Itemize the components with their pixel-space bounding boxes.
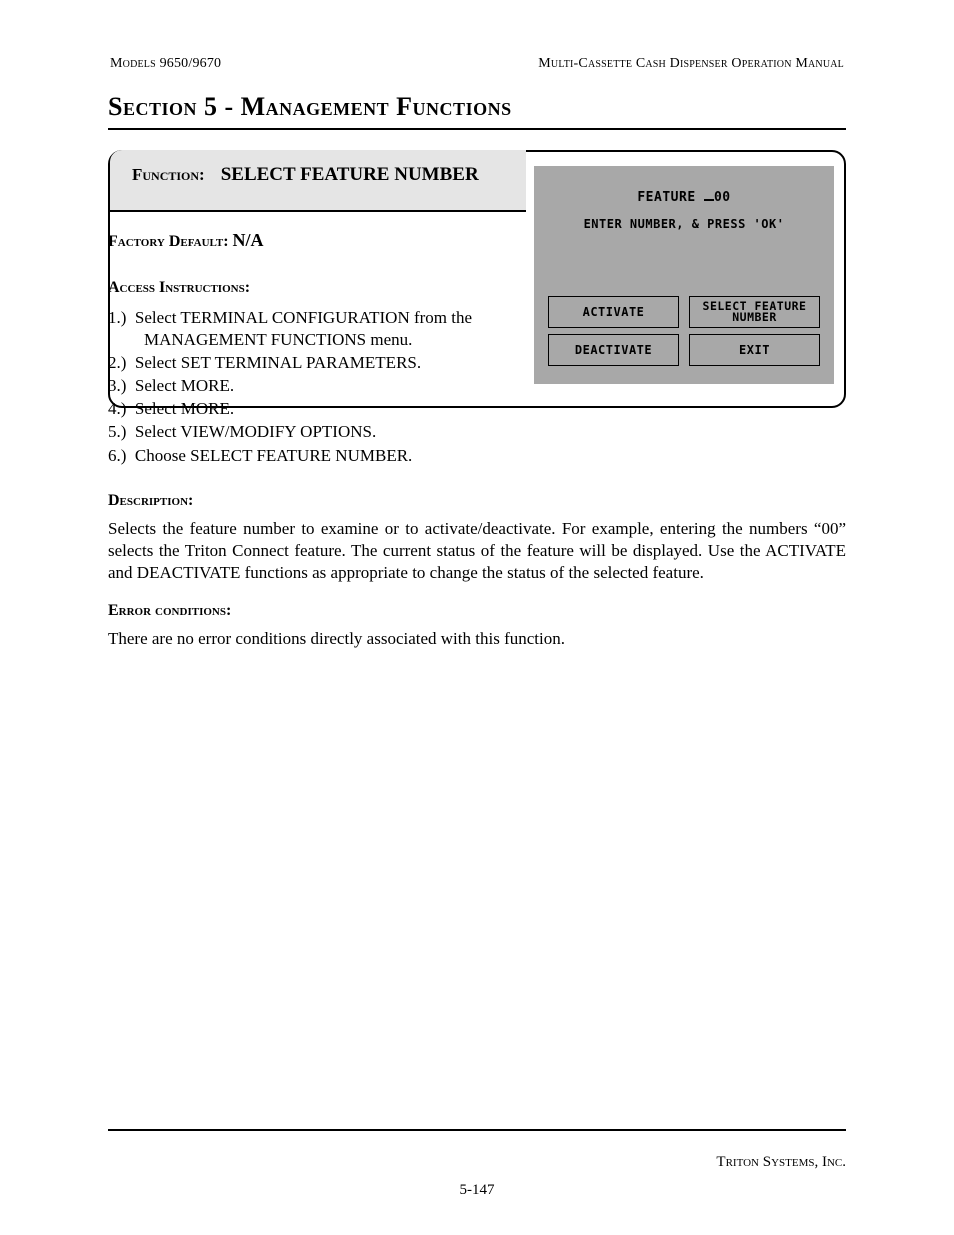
terminal-btn-deactivate[interactable]: DEACTIVATE [548, 334, 679, 366]
footer-rule [108, 1129, 846, 1131]
list-item: 1.) Select TERMINAL CONFIGURATION from t… [108, 307, 523, 351]
section-title: Section 5 - Management Functions [108, 92, 894, 122]
below-block: Description: Selects the feature number … [108, 492, 846, 650]
footer-page-number: 5-147 [0, 1182, 954, 1199]
description-label: Description: [108, 492, 846, 510]
function-name: SELECT FEATURE NUMBER [221, 164, 479, 185]
list-item: 6.) Choose SELECT FEATURE NUMBER. [108, 445, 523, 467]
terminal-btn-exit[interactable]: EXIT [689, 334, 820, 366]
list-item: 4.) Select MORE. [108, 398, 523, 420]
access-instructions-list: 1.) Select TERMINAL CONFIGURATION from t… [108, 307, 523, 467]
running-header: Models 9650/9670 Multi-Cassette Cash Dis… [110, 56, 844, 72]
left-column: Factory Default: N/A Access Instructions… [108, 230, 523, 468]
terminal-feature-label: FEATURE [637, 190, 704, 205]
error-conditions-text: There are no error conditions directly a… [108, 628, 846, 650]
list-item: 5.) Select VIEW/MODIFY OPTIONS. [108, 421, 523, 443]
access-instructions-label: Access Instructions: [108, 279, 523, 297]
description-text: Selects the feature number to examine or… [108, 518, 846, 584]
function-block: Function: SELECT FEATURE NUMBER FEATURE … [108, 150, 846, 212]
terminal-line-feature: FEATURE 00 [534, 190, 834, 205]
header-left: Models 9650/9670 [110, 56, 221, 72]
error-conditions-label: Error conditions: [108, 602, 846, 620]
terminal-btn-select-feature-number[interactable]: SELECT FEATURE NUMBER [689, 296, 820, 328]
list-item: 3.) Select MORE. [108, 375, 523, 397]
terminal-screenshot: FEATURE 00 ENTER NUMBER, & PRESS 'OK' AC… [534, 166, 834, 384]
factory-default-label: Factory Default: [108, 233, 229, 250]
title-rule [108, 128, 846, 130]
terminal-cursor-icon [704, 199, 714, 201]
footer-company: Triton Systems, Inc. [716, 1154, 846, 1171]
function-title-box: Function: SELECT FEATURE NUMBER [110, 150, 526, 212]
list-item: 2.) Select SET TERMINAL PARAMETERS. [108, 352, 523, 374]
factory-default-value: N/A [233, 230, 264, 250]
main-content: Function: SELECT FEATURE NUMBER FEATURE … [108, 150, 846, 650]
terminal-feature-value: 00 [714, 190, 731, 205]
factory-default-row: Factory Default: N/A [108, 230, 523, 251]
header-right: Multi-Cassette Cash Dispenser Operation … [538, 56, 844, 72]
terminal-btn-activate[interactable]: ACTIVATE [548, 296, 679, 328]
page: Models 9650/9670 Multi-Cassette Cash Dis… [0, 0, 954, 1235]
terminal-line-prompt: ENTER NUMBER, & PRESS 'OK' [534, 217, 834, 231]
terminal-buttons: ACTIVATE SELECT FEATURE NUMBER DEACTIVAT… [548, 296, 820, 366]
function-label: Function: [132, 165, 205, 184]
